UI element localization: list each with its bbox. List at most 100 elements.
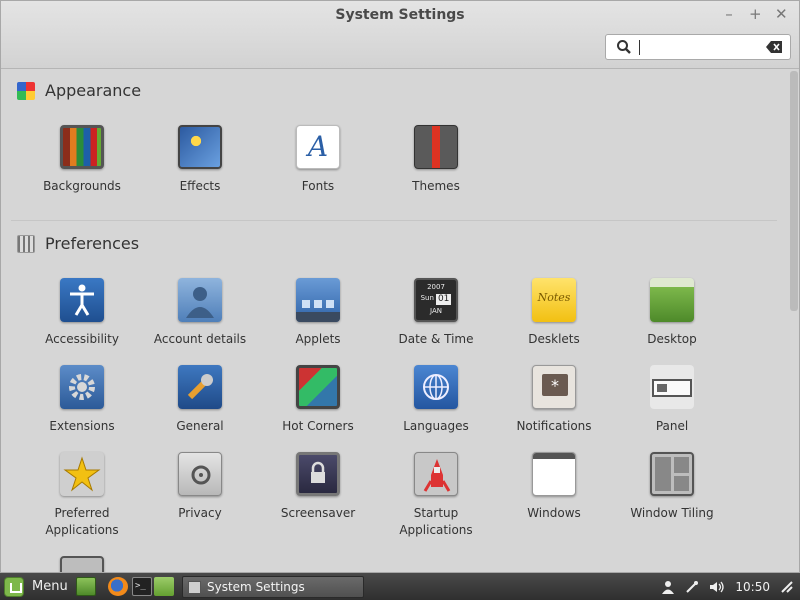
- network-icon[interactable]: [685, 580, 699, 594]
- panel-item[interactable]: Panel: [613, 365, 731, 435]
- item-label: Hot Corners: [282, 419, 354, 433]
- system-tray: 10:50: [661, 576, 794, 597]
- item-label: Themes: [412, 179, 460, 193]
- notifications-item[interactable]: * Notifications: [495, 365, 613, 435]
- notification-bubble: *: [542, 374, 568, 396]
- languages-item[interactable]: Languages: [377, 365, 495, 435]
- startup-applications-item[interactable]: Startup Applications: [377, 452, 495, 539]
- item-label: Panel: [655, 419, 689, 433]
- workspaces-item[interactable]: [23, 556, 141, 572]
- item-label: Backgrounds: [43, 179, 121, 193]
- windows-item[interactable]: Windows: [495, 452, 613, 522]
- calendar-year: 2007: [427, 283, 445, 291]
- user-icon[interactable]: [661, 580, 675, 594]
- power-icon[interactable]: [780, 580, 794, 594]
- preferences-icon: [17, 234, 35, 253]
- minimize-button[interactable]: –: [723, 5, 735, 23]
- desklets-item[interactable]: Notes Desklets: [495, 278, 613, 348]
- hot-corners-item[interactable]: Hot Corners: [259, 365, 377, 435]
- preferences-title: Preferences: [45, 234, 140, 253]
- calendar-month: JAN: [430, 307, 442, 315]
- menu-button[interactable]: Menu: [4, 576, 68, 597]
- volume-icon[interactable]: [709, 580, 725, 594]
- startup-applications-icon: [414, 452, 458, 496]
- item-label: Privacy: [178, 506, 222, 520]
- appearance-header: Appearance: [17, 81, 141, 100]
- date-time-item[interactable]: 2007 Sun 01 JAN Date & Time: [377, 278, 495, 348]
- item-label: Windows: [527, 506, 581, 520]
- window-tiling-item[interactable]: Window Tiling: [613, 452, 731, 522]
- search-icon: [617, 40, 631, 54]
- workspaces-icon: [60, 556, 104, 572]
- item-label: Date & Time: [398, 332, 474, 346]
- clear-search-icon[interactable]: [766, 41, 782, 53]
- general-icon: [178, 365, 222, 409]
- window-tiling-icon: [650, 452, 694, 496]
- item-label: Screensaver: [280, 506, 356, 520]
- applets-icon: [296, 278, 340, 322]
- item-label: Desklets: [528, 332, 580, 346]
- clock[interactable]: 10:50: [735, 580, 770, 594]
- account-details-item[interactable]: Account details: [141, 278, 259, 348]
- preferred-applications-item[interactable]: Preferred Applications: [23, 452, 141, 539]
- firefox-icon[interactable]: [108, 577, 128, 596]
- desktop-item[interactable]: Desktop: [613, 278, 731, 348]
- themes-icon: [414, 125, 458, 169]
- hot-corners-icon: [296, 365, 340, 409]
- desklets-icon: Notes: [532, 278, 576, 322]
- languages-icon: [414, 365, 458, 409]
- backgrounds-item[interactable]: Backgrounds: [23, 125, 141, 195]
- system-settings-window: System Settings – + ✕ Appearance Backgro…: [0, 0, 800, 573]
- item-label: Applets: [295, 332, 341, 346]
- item-label: Window Tiling: [630, 506, 714, 520]
- taskbar: Menu >_ System Settings 10:50: [0, 573, 800, 600]
- item-label: Desktop: [647, 332, 697, 346]
- windows-icon: [532, 452, 576, 496]
- show-desktop-icon[interactable]: [76, 577, 96, 596]
- fonts-item[interactable]: A Fonts: [259, 125, 377, 195]
- effects-icon: [178, 125, 222, 169]
- account-details-icon: [178, 278, 222, 322]
- section-divider: [11, 220, 777, 221]
- close-button[interactable]: ✕: [775, 5, 788, 23]
- accessibility-item[interactable]: Accessibility: [23, 278, 141, 348]
- maximize-button[interactable]: +: [749, 5, 762, 23]
- item-label: Startup Applications: [399, 506, 473, 537]
- title-bar[interactable]: System Settings – + ✕: [1, 1, 799, 69]
- preferences-header: Preferences: [17, 234, 139, 253]
- calendar-date: 01: [435, 294, 452, 305]
- item-label: Account details: [153, 332, 247, 346]
- text-caret: [639, 40, 640, 55]
- appearance-title: Appearance: [45, 81, 142, 100]
- date-time-icon: 2007 Sun 01 JAN: [414, 278, 458, 322]
- item-label: Languages: [403, 419, 469, 433]
- fonts-icon: A: [296, 125, 340, 169]
- terminal-icon[interactable]: >_: [132, 577, 152, 596]
- taskbar-window-label: System Settings: [207, 580, 305, 594]
- scrollbar[interactable]: [790, 71, 798, 311]
- desktop-icon: [650, 278, 694, 322]
- extensions-item[interactable]: Extensions: [23, 365, 141, 435]
- item-label: Fonts: [301, 179, 335, 193]
- item-label: Effects: [179, 179, 221, 193]
- item-label: Accessibility: [45, 332, 119, 346]
- item-label: Preferred Applications: [45, 506, 119, 537]
- applets-item[interactable]: Applets: [259, 278, 377, 348]
- files-icon[interactable]: [154, 577, 174, 596]
- privacy-icon: [178, 452, 222, 496]
- taskbar-window-system-settings[interactable]: System Settings: [182, 576, 364, 598]
- themes-item[interactable]: Themes: [377, 125, 495, 195]
- effects-item[interactable]: Effects: [141, 125, 259, 195]
- privacy-item[interactable]: Privacy: [141, 452, 259, 522]
- search-input[interactable]: [605, 34, 791, 60]
- backgrounds-icon: [60, 125, 104, 169]
- system-settings-small-icon: [188, 580, 201, 594]
- calendar-day: Sun: [420, 294, 434, 302]
- screensaver-item[interactable]: Screensaver: [259, 452, 377, 522]
- extensions-icon: [60, 365, 104, 409]
- item-label: Notifications: [516, 419, 592, 433]
- appearance-color-icon: [17, 81, 35, 100]
- item-label: Extensions: [49, 419, 115, 433]
- preferred-applications-icon: [60, 452, 104, 496]
- general-item[interactable]: General: [141, 365, 259, 435]
